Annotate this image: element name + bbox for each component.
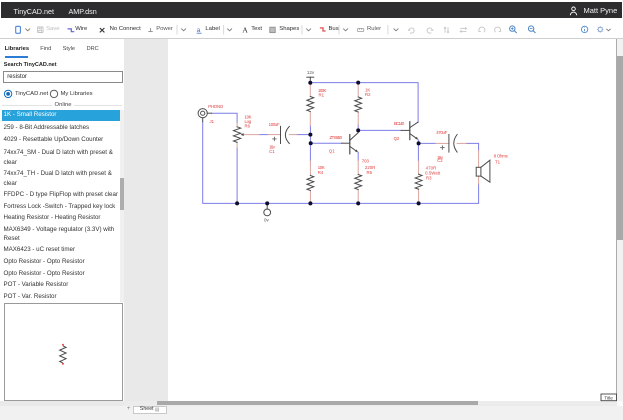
svg-text:R6: R6: [245, 124, 251, 129]
svg-text:R1: R1: [319, 93, 325, 98]
svg-text:Q1: Q1: [329, 148, 335, 153]
svg-text:R4: R4: [318, 170, 324, 175]
svg-text:T1: T1: [495, 160, 501, 165]
svg-text:BC140: BC140: [394, 121, 405, 126]
svg-text:ZTX650: ZTX650: [330, 135, 343, 140]
svg-text:R3: R3: [426, 175, 432, 180]
svg-text:J1: J1: [210, 119, 215, 124]
svg-text:Title: Title: [604, 395, 613, 400]
svg-text:C1: C1: [269, 149, 275, 154]
svg-text:12v: 12v: [307, 70, 315, 75]
svg-text:8 Ohms: 8 Ohms: [494, 154, 508, 159]
svg-text:R2: R2: [365, 92, 371, 97]
svg-text:100uF: 100uF: [269, 122, 280, 127]
svg-text:C2: C2: [437, 158, 443, 163]
svg-text:703: 703: [362, 158, 370, 163]
svg-text:R5: R5: [367, 170, 373, 175]
svg-text:0v: 0v: [264, 217, 270, 222]
svg-text:470uF: 470uF: [436, 130, 447, 135]
svg-text:Q2: Q2: [394, 136, 400, 141]
svg-text:PHONO: PHONO: [208, 104, 224, 109]
svg-text:470R: 470R: [426, 165, 437, 170]
